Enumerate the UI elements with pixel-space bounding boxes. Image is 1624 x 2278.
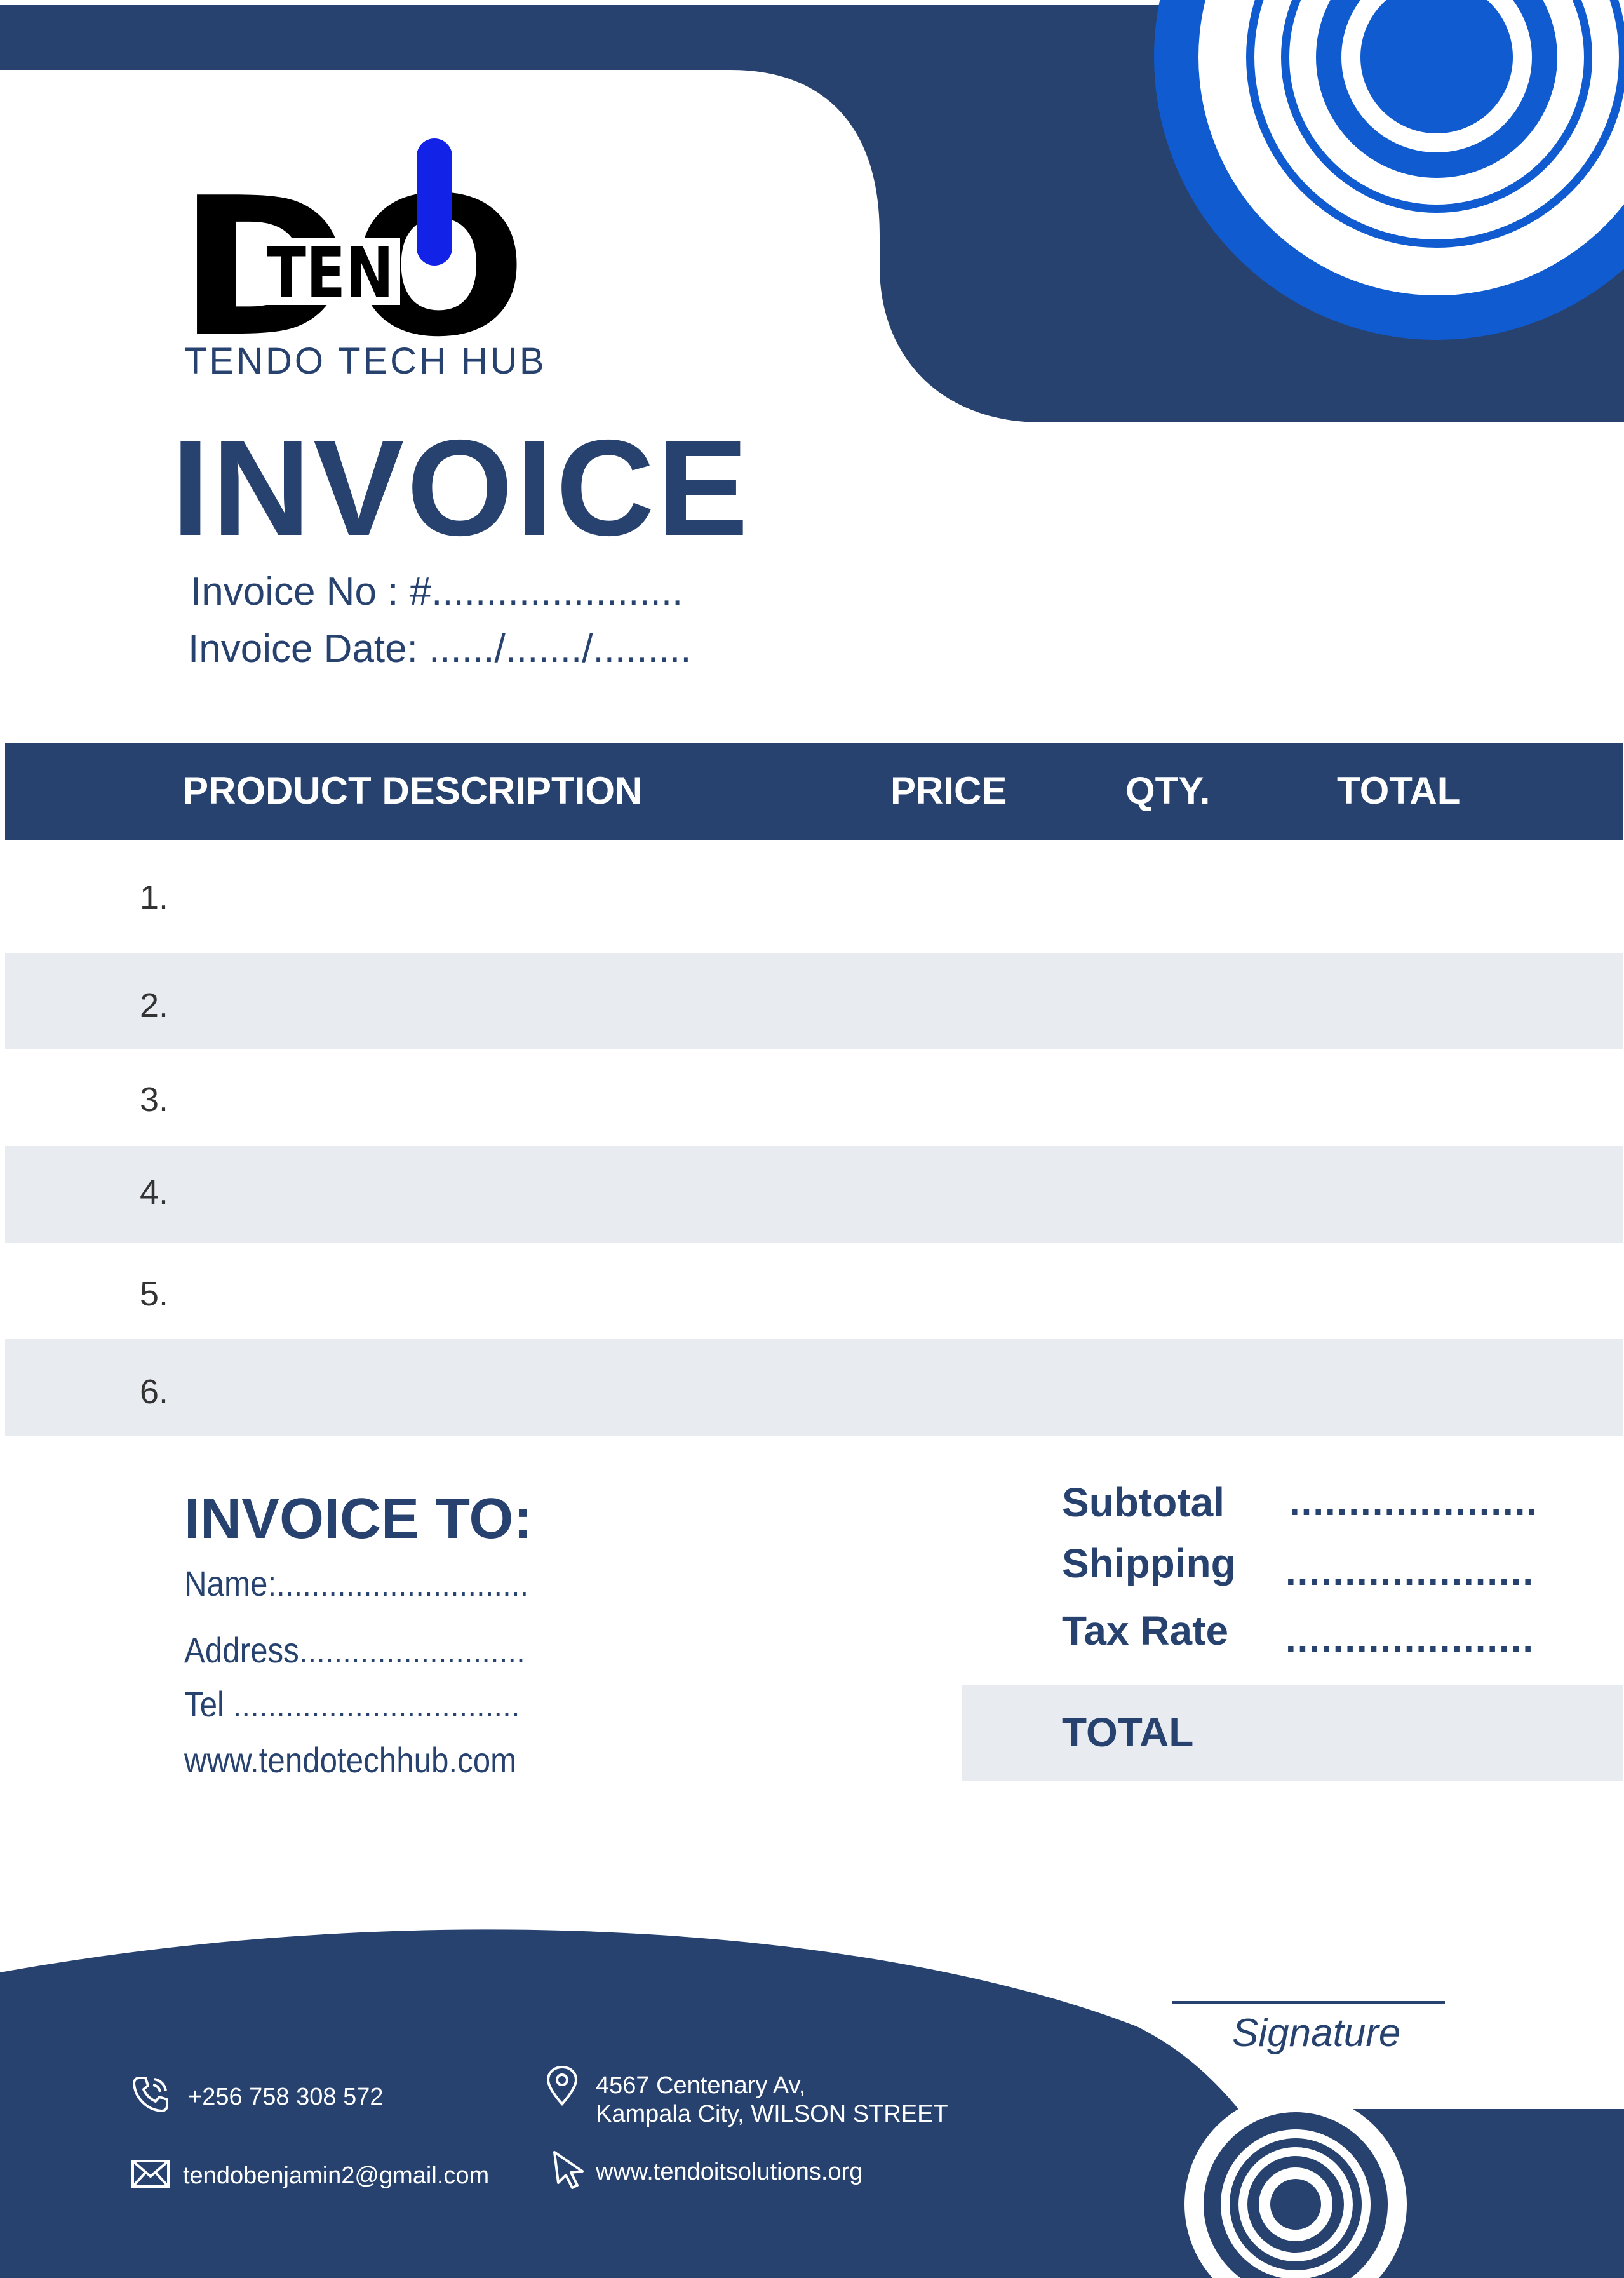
location-pin-icon <box>546 2066 578 2106</box>
tax-rate-value[interactable]: ..................... <box>1285 1617 1534 1661</box>
bill-to-title: INVOICE TO: <box>184 1487 533 1551</box>
logo-exclamation-mark <box>417 138 452 266</box>
subtotal-label: Subtotal <box>1062 1479 1225 1525</box>
footer-email[interactable]: tendobenjamin2@gmail.com <box>183 2161 489 2192</box>
row-number: 3. <box>140 1081 169 1119</box>
bill-to-tel[interactable]: Tel ................................. <box>184 1683 520 1725</box>
invoice-number-field[interactable]: Invoice No : #....................... <box>191 569 683 614</box>
row-number: 6. <box>140 1373 169 1411</box>
invoice-title: INVOICE <box>171 411 751 564</box>
shipping-value[interactable]: ..................... <box>1285 1550 1534 1594</box>
logo-small-text: TEN <box>267 233 394 314</box>
signature-label: Signature <box>1232 2011 1401 2055</box>
row-number: 4. <box>140 1173 169 1211</box>
total-label: TOTAL <box>1062 1709 1194 1755</box>
table-row[interactable] <box>5 1243 1623 1339</box>
footer-website[interactable]: www.tendoitsolutions.org <box>596 2157 862 2188</box>
signature-line <box>1172 2001 1445 2004</box>
row-number: 5. <box>140 1275 169 1313</box>
phone-icon <box>133 2077 168 2112</box>
table-row[interactable] <box>5 1049 1623 1146</box>
envelope-icon <box>131 2160 170 2188</box>
bill-to-address[interactable]: Address.......................... <box>184 1629 525 1671</box>
footer-address-line1: 4567 Centenary Av, <box>596 2072 806 2099</box>
shipping-label: Shipping <box>1062 1540 1236 1586</box>
header-total: TOTAL <box>1337 769 1461 812</box>
footer-phone[interactable]: +256 758 308 572 <box>188 2082 383 2113</box>
footer-address-line2: Kampala City, WILSON STREET <box>596 2101 948 2127</box>
tax-rate-label: Tax Rate <box>1062 1608 1229 1654</box>
header-description: PRODUCT DESCRIPTION <box>183 769 643 812</box>
cursor-icon <box>553 2151 584 2189</box>
table-row[interactable] <box>5 1339 1623 1436</box>
row-number: 1. <box>140 879 169 917</box>
table-row[interactable] <box>5 1146 1623 1243</box>
table-row[interactable] <box>5 856 1623 953</box>
bill-to-name[interactable]: Name:............................. <box>184 1563 528 1604</box>
row-number: 2. <box>140 987 169 1025</box>
subtotal-value[interactable]: ..................... <box>1289 1480 1538 1524</box>
table-row[interactable] <box>5 953 1623 1049</box>
header-price: PRICE <box>890 769 1007 812</box>
company-name: TENDO TECH HUB <box>184 340 547 382</box>
header-qty: QTY. <box>1125 769 1211 812</box>
invoice-date-field[interactable]: Invoice Date: ....../......./......... <box>188 626 692 671</box>
bill-to-website: www.tendotechhub.com <box>184 1740 517 1780</box>
